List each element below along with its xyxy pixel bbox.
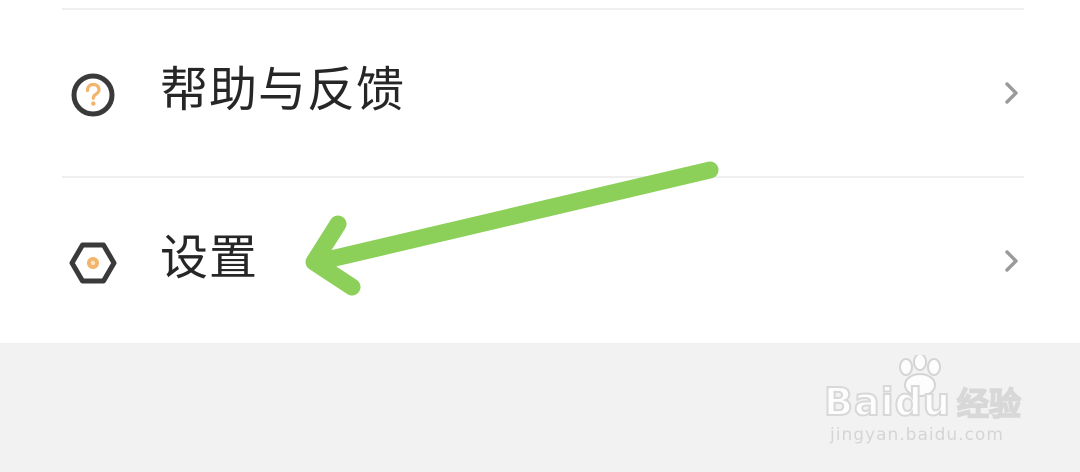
watermark-brand-cn: 经验 (956, 384, 1022, 424)
menu-card: 帮助与反馈 设置 (0, 0, 1080, 343)
menu-item-label: 设置 (160, 230, 259, 286)
baidu-jingyan-watermark: Bai du 经验 jingyan.baidu.com (823, 355, 1034, 455)
chevron-right-icon (998, 76, 1026, 110)
menu-item-settings[interactable]: 设置 (0, 186, 1080, 336)
menu-item-help-feedback[interactable]: 帮助与反馈 (0, 18, 1080, 168)
menu-item-label: 帮助与反馈 (160, 62, 406, 118)
watermark-url: jingyan.baidu.com (830, 425, 1004, 445)
divider (62, 8, 1024, 10)
watermark-brand-2: du (894, 379, 951, 425)
settings-icon (68, 238, 118, 288)
chevron-right-icon (998, 244, 1026, 278)
help-icon (68, 70, 118, 120)
divider (62, 176, 1024, 178)
watermark-brand: Bai (823, 379, 895, 425)
